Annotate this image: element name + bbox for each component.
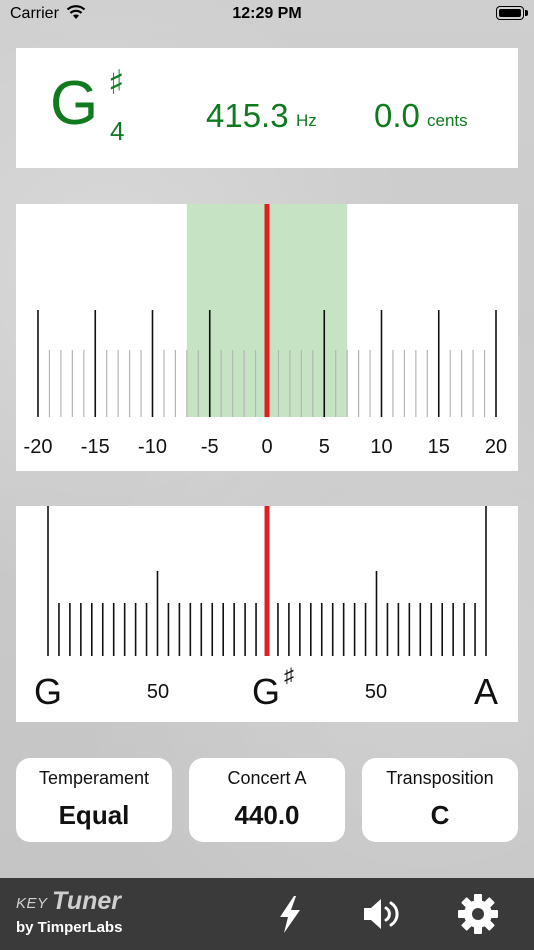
fine-scale-label: 15 [428,436,450,458]
logo-key-text: KEY [16,895,48,912]
fine-scale-label: 10 [370,436,392,458]
temperament-card[interactable]: Temperament Equal [16,758,172,842]
fine-scale-label: 20 [485,436,507,458]
fine-scale-label: 0 [261,436,272,458]
temperament-label: Temperament [38,768,150,788]
coarse-center-accidental: ♯ [284,665,294,687]
gear-icon[interactable] [456,892,500,936]
coarse-right-note: A [474,671,498,712]
fine-scale-svg: -20 -15 -10 -5 0 5 10 15 20 [24,204,508,458]
coarse-left-note: G [34,671,62,712]
coarse-scale-svg: G 50 G ♯ 50 A [34,506,498,712]
coarse-tuning-meter: G 50 G ♯ 50 A [16,506,518,722]
lightning-icon[interactable] [268,892,312,936]
logo-byline: by TimperLabs [16,919,123,936]
frequency-value: 415.3 [206,97,289,134]
concert-a-label: Concert A [227,768,307,788]
cents-unit: cents [427,111,468,130]
frequency-unit: Hz [296,111,317,130]
fine-scale-label: 5 [319,436,330,458]
note-display-panel: G ♯ 4 415.3 Hz 0.0 cents [16,48,518,168]
fine-tuning-meter: -20 -15 -10 -5 0 5 10 15 20 [16,204,518,471]
temperament-value: Equal [58,800,130,830]
fine-scale-labels: -20 -15 -10 -5 0 5 10 15 20 [24,436,508,458]
transposition-value: C [430,800,450,830]
coarse-center-note: G [252,671,280,712]
speaker-icon[interactable] [360,892,404,936]
fine-scale-label: -15 [81,436,110,458]
status-time: 12:29 PM [232,5,302,22]
coarse-left-mid-label: 50 [147,681,169,703]
note-accidental: ♯ [108,63,125,103]
battery-icon [496,6,528,20]
note-letter: G [50,69,99,138]
fine-scale-label: -20 [24,436,53,458]
fine-scale-label: -5 [201,436,219,458]
coarse-right-mid-label: 50 [365,681,387,703]
fine-needle [264,204,270,417]
bottom-toolbar: KEY Tuner by TimperLabs [0,878,534,950]
coarse-needle [264,506,270,656]
cents-value: 0.0 [374,97,420,134]
fine-scale-label: -10 [138,436,167,458]
transposition-card[interactable]: Transposition C [362,758,518,842]
concert-a-card[interactable]: Concert A 440.0 [189,758,345,842]
concert-a-value: 440.0 [234,800,300,830]
transposition-label: Transposition [386,768,494,788]
note-octave: 4 [110,116,125,146]
logo-tuner-text: Tuner [52,887,121,915]
status-bar: Carrier 12:29 PM [0,0,534,30]
